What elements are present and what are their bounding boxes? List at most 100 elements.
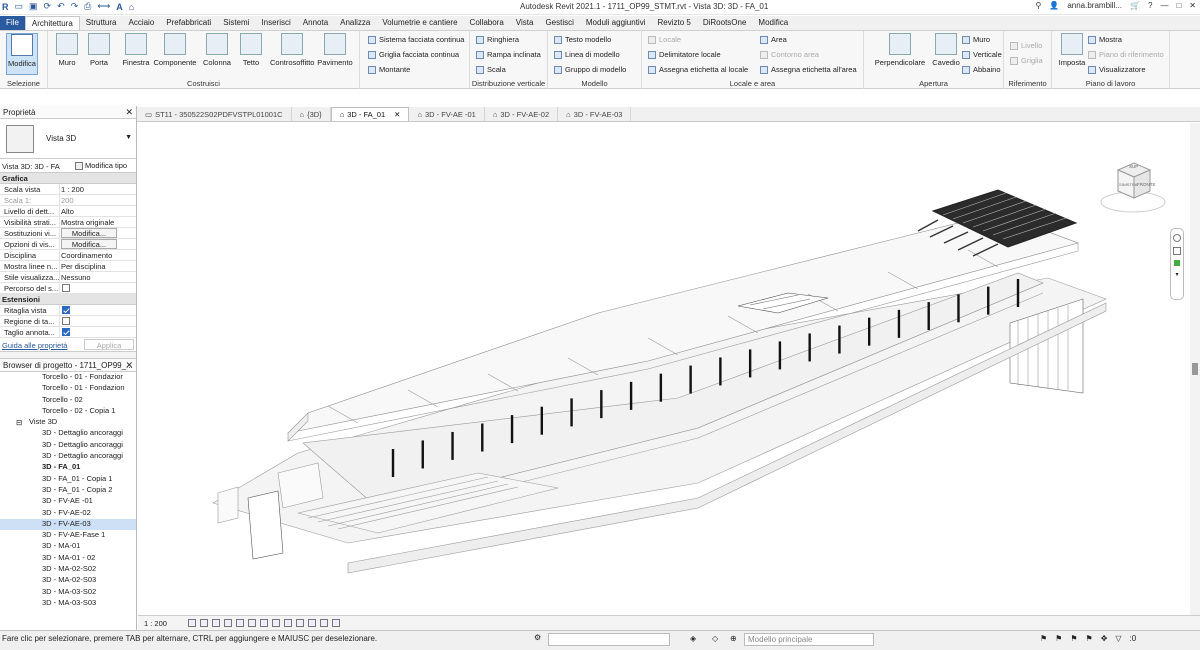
ribbon-small-button[interactable]: Testo modello <box>554 35 611 44</box>
property-edit-button[interactable]: Modifica... <box>61 228 117 238</box>
browser-item[interactable]: Torcello - 01 - Fondazion <box>0 383 136 394</box>
viewcube-left[interactable]: SINISTRA <box>1119 182 1137 187</box>
viewcube-top[interactable]: SUP <box>1129 164 1138 169</box>
crop-view-icon[interactable] <box>248 619 256 627</box>
browser-item[interactable]: 3D - MA-03-S03 <box>0 598 136 609</box>
ribbon-small-button[interactable]: Visualizzatore <box>1088 65 1146 74</box>
sync-icon[interactable]: ⟳ <box>44 1 52 12</box>
select-face-icon[interactable]: ⚑ <box>1086 634 1093 643</box>
property-checkbox[interactable] <box>62 317 70 325</box>
viewcube-right[interactable]: FRONTE <box>1137 182 1156 187</box>
sun-path-icon[interactable] <box>212 619 220 627</box>
temp-hide-icon[interactable] <box>284 619 292 627</box>
browser-item[interactable]: 3D - FV-AE-02 <box>0 508 136 519</box>
browser-item[interactable]: 3D - FA_01 <box>0 462 136 473</box>
build-button[interactable]: Pavimento <box>316 33 354 67</box>
design-option-dropdown[interactable]: Modello principale <box>744 633 874 646</box>
view-tab[interactable]: ⌂ {3D} <box>292 107 331 121</box>
collapse-icon[interactable]: ⊟ <box>16 418 22 427</box>
opening-button[interactable]: Cavedio <box>930 33 962 67</box>
filter-icon[interactable]: ▽ <box>1115 634 1121 643</box>
ribbon-small-button[interactable]: Verticale <box>962 50 1002 59</box>
property-checkbox[interactable] <box>62 328 70 336</box>
close-button[interactable]: ✕ <box>1189 1 1196 10</box>
property-section[interactable]: Grafica <box>0 173 136 184</box>
view-tab[interactable]: ⌂ 3D - FV-AE -01 <box>409 107 485 121</box>
ribbon-small-button[interactable]: Muro <box>962 35 990 44</box>
ribbon-small-button[interactable]: Sistema facciata continua <box>368 35 464 44</box>
lock-3d-icon[interactable] <box>272 619 280 627</box>
links-icon[interactable]: ⊕ <box>730 634 737 643</box>
browser-item[interactable]: 3D - FV-AE -01 <box>0 496 136 507</box>
instance-dropdown[interactable]: Vista 3D: 3D - FA <box>2 162 60 171</box>
ribbon-tab[interactable]: Modifica <box>752 16 794 30</box>
ribbon-small-button[interactable]: Montante <box>368 65 410 74</box>
type-selector[interactable]: Vista 3D ▼ <box>0 119 136 159</box>
design-options-icon[interactable]: ◇ <box>712 634 718 643</box>
ribbon-tab[interactable]: Moduli aggiuntivi <box>580 16 652 30</box>
shadows-icon[interactable] <box>224 619 232 627</box>
select-underlay-icon[interactable]: ⚑ <box>1055 634 1062 643</box>
edit-type-button[interactable]: Modifica tipo <box>75 161 127 170</box>
build-button[interactable]: Porta <box>84 33 114 67</box>
browser-item[interactable]: 3D - Dettaglio ancoraggi <box>0 428 136 439</box>
analytical-icon[interactable] <box>308 619 316 627</box>
search-icon[interactable]: ⚲ <box>1036 1 1042 10</box>
ribbon-tab[interactable]: Sistemi <box>217 16 255 30</box>
browser-item[interactable]: 3D - FA_01 - Copia 2 <box>0 485 136 496</box>
ribbon-tab[interactable]: Analizza <box>334 16 376 30</box>
browser-item[interactable]: 3D - MA-01 - 02 <box>0 553 136 564</box>
ribbon-tab[interactable]: Annota <box>297 16 334 30</box>
ribbon-small-button[interactable]: Mostra <box>1088 35 1122 44</box>
viewcube[interactable]: SUP SINISTRA FRONTE <box>1098 158 1168 218</box>
select-links-icon[interactable]: ⚑ <box>1040 634 1047 643</box>
browser-item[interactable]: Torcello - 02 <box>0 395 136 406</box>
browser-item[interactable]: 3D - MA-03-S02 <box>0 587 136 598</box>
build-button[interactable]: Finestra <box>120 33 152 67</box>
browser-item[interactable]: 3D - Dettaglio ancoraggi <box>0 440 136 451</box>
property-value[interactable]: Mostra originale <box>61 218 114 227</box>
ribbon-small-button[interactable]: Griglia <box>1010 56 1043 65</box>
property-section[interactable]: Estensioni <box>0 294 136 305</box>
render-icon[interactable] <box>236 619 244 627</box>
open-icon[interactable]: ▭ <box>15 1 24 12</box>
ribbon-small-button[interactable]: Area <box>760 35 787 44</box>
browser-item[interactable]: 3D - FA_01 - Copia 1 <box>0 474 136 485</box>
undo-icon[interactable]: ↶ <box>57 1 65 12</box>
property-checkbox[interactable] <box>62 284 70 292</box>
editable-only-icon[interactable]: ◈ <box>690 634 696 643</box>
ribbon-small-button[interactable]: Assegna etichetta al locale <box>648 65 748 74</box>
opening-button[interactable]: Perpendicolare <box>872 33 928 67</box>
ribbon-small-button[interactable]: Scala <box>476 65 506 74</box>
workset-dropdown[interactable] <box>548 633 670 646</box>
build-button[interactable]: Tetto <box>236 33 266 67</box>
set-workplane-button[interactable]: Imposta <box>1056 33 1088 67</box>
property-value[interactable]: Coordinamento <box>61 251 112 260</box>
close-icon[interactable]: ✕ <box>125 107 133 118</box>
measure-icon[interactable]: ⟷ <box>97 1 110 12</box>
drag-elements-icon[interactable]: ✥ <box>1101 634 1108 643</box>
ribbon-tab[interactable]: DiRootsOne <box>697 16 753 30</box>
browser-item[interactable]: 3D - FV-AE-Fase 1 <box>0 530 136 541</box>
view-tab[interactable]: ⌂ 3D - FV-AE-03 <box>558 107 632 121</box>
zoom-extents-icon[interactable] <box>1174 260 1180 266</box>
3d-view-canvas[interactable]: SUP SINISTRA FRONTE ▾ <box>138 123 1190 615</box>
ribbon-tab[interactable]: Vista <box>510 16 540 30</box>
cart-icon[interactable]: 🛒 <box>1130 1 1140 10</box>
user-icon[interactable]: 👤 <box>1049 1 1059 10</box>
property-value[interactable]: 1 : 200 <box>61 185 84 194</box>
view-tab[interactable]: ▭ ST11 - 350522S02PDFVSTPL01001C <box>137 107 292 121</box>
ribbon-tab[interactable]: Gestisci <box>539 16 579 30</box>
chevron-down-icon[interactable]: ▾ <box>1171 271 1183 278</box>
browser-item[interactable]: 3D - MA-02-S02 <box>0 564 136 575</box>
browser-item[interactable]: 3D - FV-AE-03 <box>0 518 136 531</box>
constraints-icon[interactable] <box>332 619 340 627</box>
revit-logo[interactable]: R <box>2 2 9 12</box>
browser-item[interactable]: Torcello - 01 - Fondazior <box>0 372 136 383</box>
property-value[interactable]: Nessuno <box>61 273 91 282</box>
print-icon[interactable]: ⎙ <box>84 1 91 12</box>
modify-button[interactable]: Modifica <box>6 33 38 75</box>
ribbon-small-button[interactable]: Ringhiera <box>476 35 519 44</box>
view-scale[interactable]: 1 : 200 <box>144 619 167 628</box>
build-button[interactable]: Componente <box>152 33 198 67</box>
